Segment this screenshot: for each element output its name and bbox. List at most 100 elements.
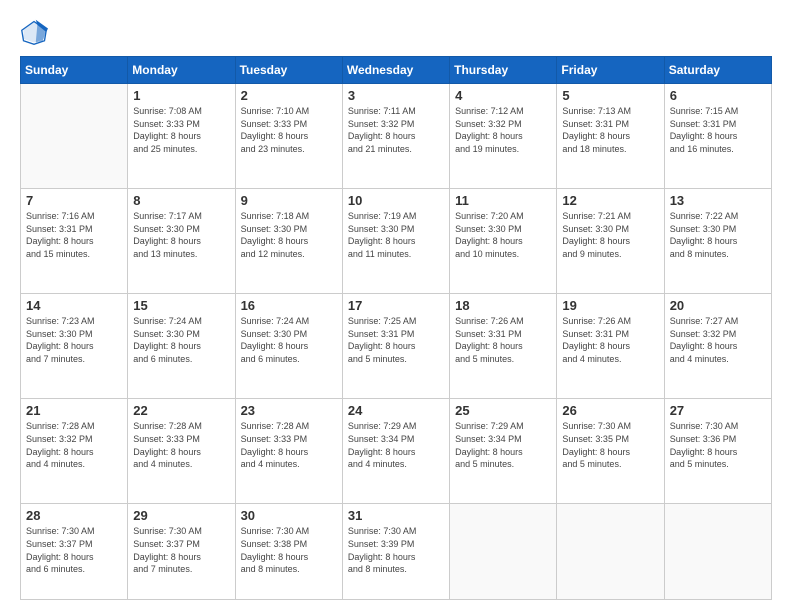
cell-info: Sunrise: 7:13 AM Sunset: 3:31 PM Dayligh… [562,105,658,155]
day-number: 18 [455,298,551,313]
day-header-friday: Friday [557,57,664,84]
cell-info: Sunrise: 7:12 AM Sunset: 3:32 PM Dayligh… [455,105,551,155]
cell-info: Sunrise: 7:15 AM Sunset: 3:31 PM Dayligh… [670,105,766,155]
day-number: 25 [455,403,551,418]
calendar-cell: 14Sunrise: 7:23 AM Sunset: 3:30 PM Dayli… [21,294,128,399]
calendar-cell [21,84,128,189]
day-number: 11 [455,193,551,208]
calendar-cell: 21Sunrise: 7:28 AM Sunset: 3:32 PM Dayli… [21,399,128,504]
calendar-cell: 1 Sunrise: 7:08 AM Sunset: 3:33 PM Daylig… [128,84,235,189]
cell-info: Sunrise: 7:25 AM Sunset: 3:31 PM Dayligh… [348,315,444,365]
calendar-cell: 29 Sunrise: 7:30 AM Sunset: 3:37 PM Dayli… [128,504,235,600]
calendar-cell: 10 Sunrise: 7:19 AM Sunset: 3:30 PM Dayli… [342,189,449,294]
day-number: 13 [670,193,766,208]
calendar-cell: 22 Sunrise: 7:28 AM Sunset: 3:33 PM Dayli… [128,399,235,504]
cell-info: Sunrise: 7:16 AM Sunset: 3:31 PM Dayligh… [26,210,122,260]
day-number: 24 [348,403,444,418]
day-number: 26 [562,403,658,418]
day-header-tuesday: Tuesday [235,57,342,84]
day-number: 17 [348,298,444,313]
cell-info: Sunrise: 7:30 AM Sunset: 3:36 PM Dayligh… [670,420,766,470]
calendar-cell [557,504,664,600]
day-number: 23 [241,403,337,418]
calendar-cell: 26 Sunrise: 7:30 AM Sunset: 3:35 PM Dayli… [557,399,664,504]
calendar-cell: 17 Sunrise: 7:25 AM Sunset: 3:31 PM Dayli… [342,294,449,399]
day-number: 3 [348,88,444,103]
cell-info: Sunrise: 7:08 AM Sunset: 3:33 PM Dayligh… [133,105,229,155]
day-number: 30 [241,508,337,523]
day-number: 29 [133,508,229,523]
header [20,18,772,46]
calendar-cell [450,504,557,600]
calendar-cell: 27 Sunrise: 7:30 AM Sunset: 3:36 PM Dayli… [664,399,771,504]
day-number: 12 [562,193,658,208]
calendar-cell: 3 Sunrise: 7:11 AM Sunset: 3:32 PM Daylig… [342,84,449,189]
calendar-cell: 4Sunrise: 7:12 AM Sunset: 3:32 PM Daylig… [450,84,557,189]
cell-info: Sunrise: 7:28 AM Sunset: 3:33 PM Dayligh… [241,420,337,470]
day-header-monday: Monday [128,57,235,84]
cell-info: Sunrise: 7:19 AM Sunset: 3:30 PM Dayligh… [348,210,444,260]
cell-info: Sunrise: 7:28 AM Sunset: 3:33 PM Dayligh… [133,420,229,470]
cell-info: Sunrise: 7:29 AM Sunset: 3:34 PM Dayligh… [348,420,444,470]
calendar-cell: 31Sunrise: 7:30 AM Sunset: 3:39 PM Dayli… [342,504,449,600]
day-number: 15 [133,298,229,313]
cell-info: Sunrise: 7:23 AM Sunset: 3:30 PM Dayligh… [26,315,122,365]
cell-info: Sunrise: 7:28 AM Sunset: 3:32 PM Dayligh… [26,420,122,470]
calendar-cell: 5 Sunrise: 7:13 AM Sunset: 3:31 PM Daylig… [557,84,664,189]
calendar-cell: 19 Sunrise: 7:26 AM Sunset: 3:31 PM Dayli… [557,294,664,399]
day-number: 27 [670,403,766,418]
day-number: 31 [348,508,444,523]
page: SundayMondayTuesdayWednesdayThursdayFrid… [0,0,792,612]
cell-info: Sunrise: 7:30 AM Sunset: 3:37 PM Dayligh… [133,525,229,575]
cell-info: Sunrise: 7:24 AM Sunset: 3:30 PM Dayligh… [241,315,337,365]
day-header-sunday: Sunday [21,57,128,84]
calendar-table: SundayMondayTuesdayWednesdayThursdayFrid… [20,56,772,600]
calendar-cell: 23 Sunrise: 7:28 AM Sunset: 3:33 PM Dayli… [235,399,342,504]
cell-info: Sunrise: 7:26 AM Sunset: 3:31 PM Dayligh… [455,315,551,365]
day-number: 9 [241,193,337,208]
calendar-cell: 9 Sunrise: 7:18 AM Sunset: 3:30 PM Daylig… [235,189,342,294]
calendar-cell: 28Sunrise: 7:30 AM Sunset: 3:37 PM Dayli… [21,504,128,600]
day-number: 22 [133,403,229,418]
calendar-cell: 18 Sunrise: 7:26 AM Sunset: 3:31 PM Dayli… [450,294,557,399]
calendar-cell [664,504,771,600]
day-number: 10 [348,193,444,208]
calendar-cell: 25 Sunrise: 7:29 AM Sunset: 3:34 PM Dayli… [450,399,557,504]
day-number: 2 [241,88,337,103]
cell-info: Sunrise: 7:17 AM Sunset: 3:30 PM Dayligh… [133,210,229,260]
day-number: 5 [562,88,658,103]
calendar-cell: 13 Sunrise: 7:22 AM Sunset: 3:30 PM Dayli… [664,189,771,294]
cell-info: Sunrise: 7:27 AM Sunset: 3:32 PM Dayligh… [670,315,766,365]
day-number: 20 [670,298,766,313]
day-number: 1 [133,88,229,103]
day-number: 8 [133,193,229,208]
day-header-saturday: Saturday [664,57,771,84]
calendar-cell: 6 Sunrise: 7:15 AM Sunset: 3:31 PM Daylig… [664,84,771,189]
cell-info: Sunrise: 7:30 AM Sunset: 3:38 PM Dayligh… [241,525,337,575]
logo [20,18,52,46]
logo-icon [20,18,48,46]
calendar-cell: 7 Sunrise: 7:16 AM Sunset: 3:31 PM Daylig… [21,189,128,294]
calendar-cell: 15 Sunrise: 7:24 AM Sunset: 3:30 PM Dayli… [128,294,235,399]
cell-info: Sunrise: 7:11 AM Sunset: 3:32 PM Dayligh… [348,105,444,155]
cell-info: Sunrise: 7:20 AM Sunset: 3:30 PM Dayligh… [455,210,551,260]
cell-info: Sunrise: 7:24 AM Sunset: 3:30 PM Dayligh… [133,315,229,365]
calendar-cell: 24 Sunrise: 7:29 AM Sunset: 3:34 PM Dayli… [342,399,449,504]
day-number: 19 [562,298,658,313]
cell-info: Sunrise: 7:29 AM Sunset: 3:34 PM Dayligh… [455,420,551,470]
cell-info: Sunrise: 7:26 AM Sunset: 3:31 PM Dayligh… [562,315,658,365]
calendar-cell: 30 Sunrise: 7:30 AM Sunset: 3:38 PM Dayli… [235,504,342,600]
day-number: 16 [241,298,337,313]
cell-info: Sunrise: 7:22 AM Sunset: 3:30 PM Dayligh… [670,210,766,260]
cell-info: Sunrise: 7:30 AM Sunset: 3:35 PM Dayligh… [562,420,658,470]
day-number: 7 [26,193,122,208]
cell-info: Sunrise: 7:21 AM Sunset: 3:30 PM Dayligh… [562,210,658,260]
cell-info: Sunrise: 7:10 AM Sunset: 3:33 PM Dayligh… [241,105,337,155]
calendar-cell: 8 Sunrise: 7:17 AM Sunset: 3:30 PM Daylig… [128,189,235,294]
day-number: 6 [670,88,766,103]
cell-info: Sunrise: 7:18 AM Sunset: 3:30 PM Dayligh… [241,210,337,260]
calendar-cell: 2 Sunrise: 7:10 AM Sunset: 3:33 PM Daylig… [235,84,342,189]
day-header-thursday: Thursday [450,57,557,84]
day-header-wednesday: Wednesday [342,57,449,84]
calendar-cell: 12 Sunrise: 7:21 AM Sunset: 3:30 PM Dayli… [557,189,664,294]
